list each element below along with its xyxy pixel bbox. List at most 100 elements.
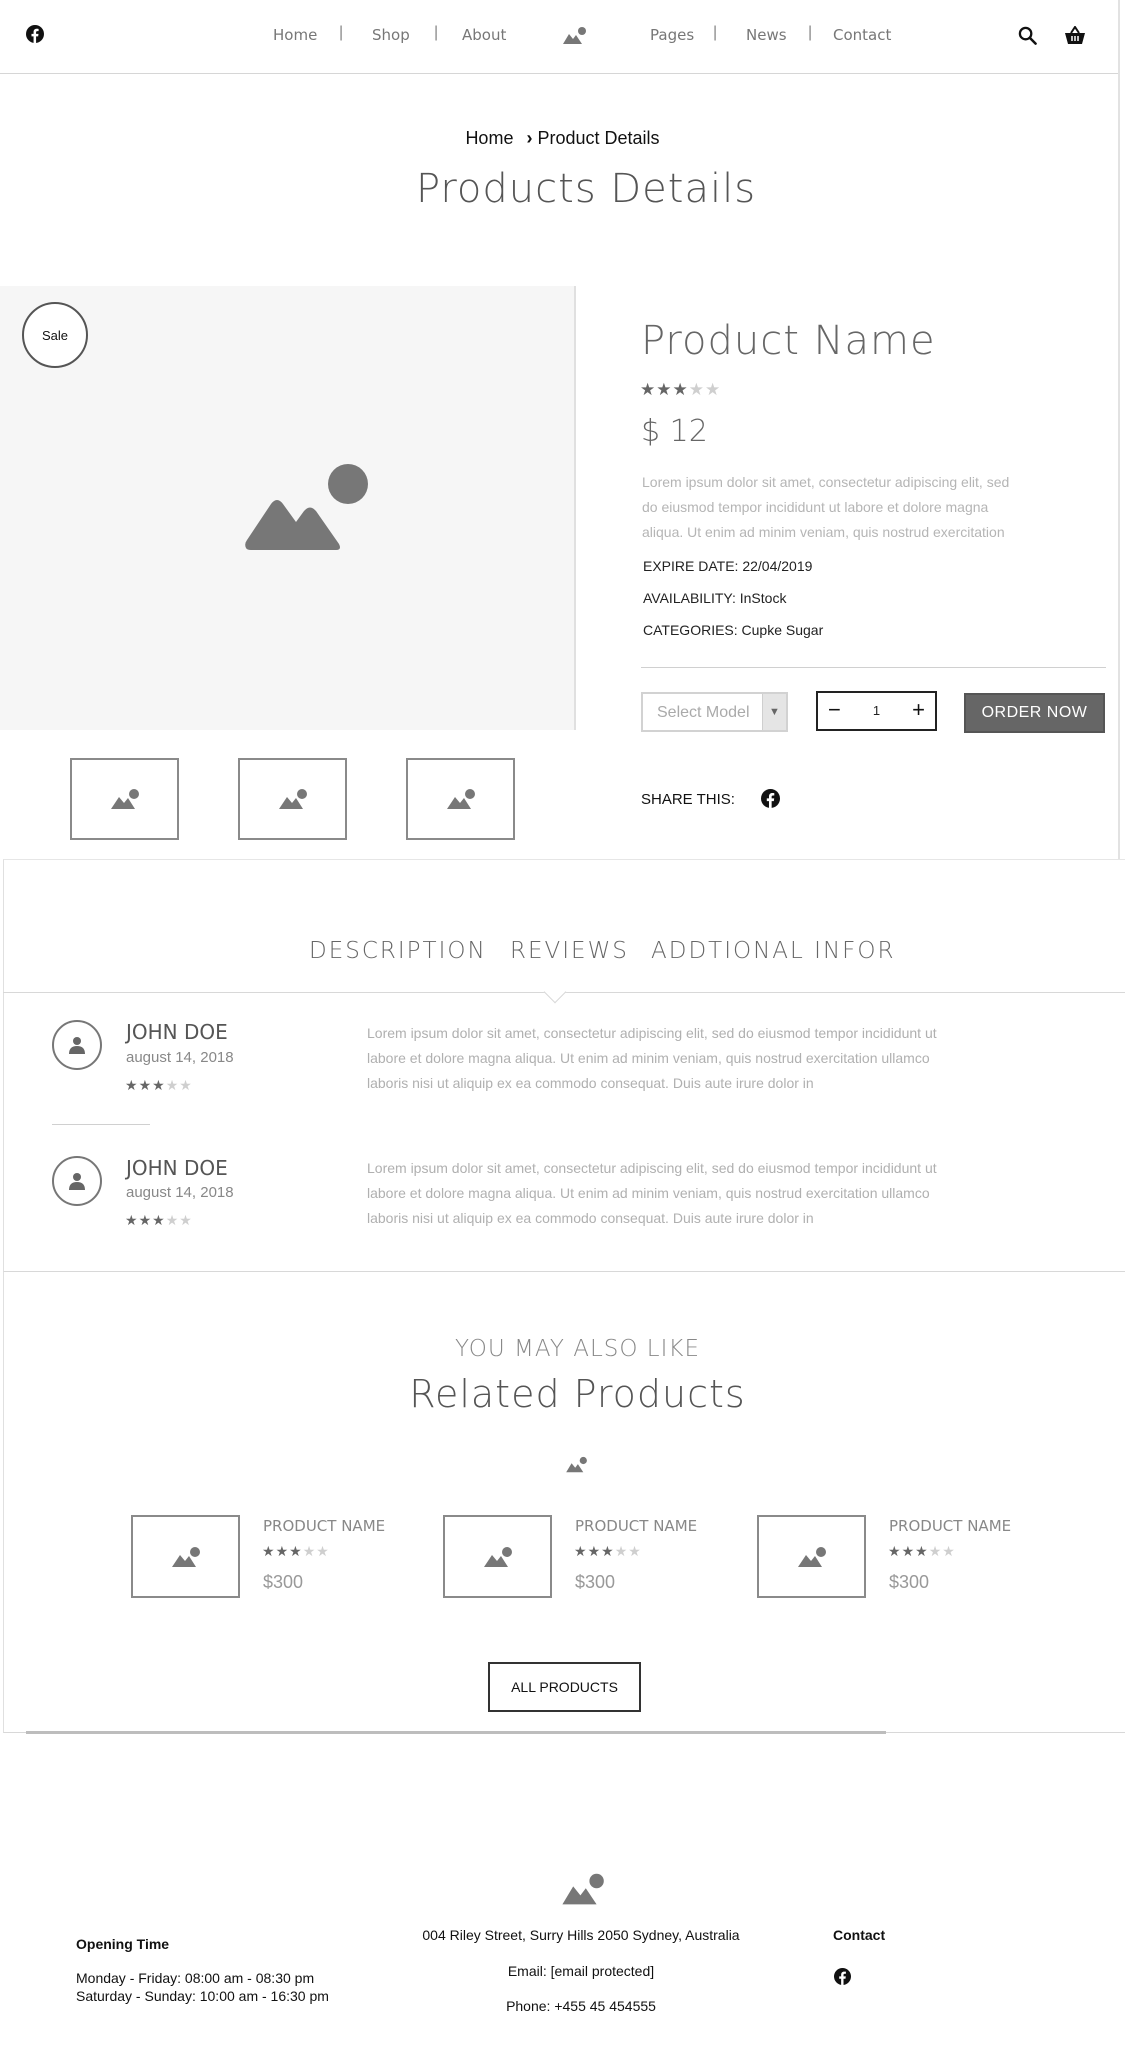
product-thumbnail[interactable]	[238, 758, 347, 840]
star-filled-icon: ★	[289, 1543, 303, 1559]
nav-pages[interactable]: Pages	[650, 26, 694, 44]
opening-weekday: Monday - Friday: 08:00 am - 08:30 pm	[76, 1970, 315, 1986]
related-product-price: $300	[263, 1572, 304, 1592]
star-empty-icon: ★	[705, 380, 722, 399]
search-icon[interactable]	[1018, 26, 1037, 45]
star-filled-icon: ★	[901, 1543, 916, 1559]
image-placeholder-icon	[483, 1546, 513, 1568]
review-date: august 14, 2018	[126, 1049, 234, 1066]
breadcrumb-current: Product Details	[537, 128, 660, 148]
footer-email[interactable]: Email: [email protected]	[380, 1963, 782, 1979]
product-description: Lorem ipsum dolor sit amet, consectetur …	[642, 474, 1010, 540]
star-filled-icon: ★	[640, 380, 657, 399]
image-placeholder-icon	[446, 788, 476, 810]
star-empty-icon: ★	[628, 1543, 642, 1559]
related-product-name[interactable]: PRODUCT NAME	[889, 1517, 1011, 1535]
expire-date: EXPIRE DATE: 22/04/2019	[643, 558, 813, 574]
star-empty-icon: ★	[316, 1543, 330, 1559]
product-thumbnail[interactable]	[70, 758, 179, 840]
star-empty-icon: ★	[165, 1077, 180, 1093]
star-filled-icon: ★	[672, 380, 689, 399]
image-placeholder-icon	[278, 788, 308, 810]
basket-icon[interactable]	[1064, 26, 1086, 45]
review-text: Lorem ipsum dolor sit amet, consectetur …	[367, 1025, 937, 1091]
categories: CATEGORIES: Cupke Sugar	[643, 622, 824, 638]
order-now-button[interactable]: ORDER NOW	[964, 693, 1105, 733]
related-kicker: YOU MAY ALSO LIKE	[455, 1336, 700, 1362]
dropdown-arrow-icon: ▼	[762, 694, 786, 730]
related-product-name[interactable]: PRODUCT NAME	[263, 1517, 385, 1535]
star-filled-icon: ★	[262, 1543, 276, 1559]
footer-phone: Phone: +455 45 454555	[506, 1998, 656, 2014]
star-filled-icon: ★	[152, 1077, 166, 1093]
chevron-right-icon: ›	[526, 128, 533, 148]
star-empty-icon: ★	[165, 1212, 180, 1228]
site-header	[0, 0, 1118, 74]
related-product-price: $300	[889, 1572, 930, 1592]
review-text: Lorem ipsum dolor sit amet, consectetur …	[367, 1160, 937, 1226]
related-product-rating: ★★★★★	[262, 1543, 330, 1560]
related-product-image[interactable]	[443, 1515, 552, 1598]
logo-mountain-icon	[565, 1456, 589, 1474]
star-empty-icon: ★	[179, 1077, 193, 1093]
star-filled-icon: ★	[601, 1543, 615, 1559]
nav-contact[interactable]: Contact	[833, 26, 891, 44]
image-placeholder-icon	[110, 788, 140, 810]
product-rating: ★★★★★	[640, 380, 721, 400]
reviewer-name: JOHN DOE	[126, 1020, 228, 1044]
quantity-stepper[interactable]: − 1 +	[816, 691, 937, 731]
nav-separator: |	[713, 24, 718, 41]
nav-shop[interactable]: Shop	[372, 26, 410, 44]
opening-weekend: Saturday - Sunday: 10:00 am - 16:30 pm	[76, 1988, 329, 2004]
logo-mountain-icon[interactable]	[562, 26, 588, 46]
sale-badge: Sale	[22, 302, 88, 368]
nav-news[interactable]: News	[746, 26, 787, 44]
related-product-name[interactable]: PRODUCT NAME	[575, 1517, 697, 1535]
avatar	[52, 1156, 102, 1206]
image-placeholder-icon	[244, 464, 369, 552]
review-rating: ★★★★★	[125, 1212, 193, 1229]
availability: AVAILABILITY: InStock	[643, 590, 787, 606]
product-main-image[interactable]	[0, 286, 576, 730]
breadcrumb-home[interactable]: Home	[465, 128, 513, 148]
increase-button[interactable]: +	[912, 697, 925, 723]
model-select-placeholder: Select Model	[657, 704, 750, 721]
related-product-rating: ★★★★★	[574, 1543, 642, 1560]
star-filled-icon: ★	[574, 1543, 588, 1559]
divider	[641, 667, 1106, 668]
star-filled-icon: ★	[888, 1543, 902, 1559]
breadcrumb: Home › Product Details	[0, 128, 1125, 149]
star-filled-icon: ★	[125, 1077, 139, 1093]
nav-separator: |	[434, 24, 439, 41]
star-filled-icon: ★	[587, 1543, 602, 1559]
review-date: august 14, 2018	[126, 1184, 234, 1201]
avatar	[52, 1020, 102, 1070]
nav-home[interactable]: Home	[273, 26, 317, 44]
facebook-icon[interactable]	[26, 25, 44, 43]
star-filled-icon: ★	[138, 1212, 153, 1228]
related-title: Related Products	[409, 1372, 746, 1416]
image-placeholder-icon	[171, 1546, 201, 1568]
tab-additional-info[interactable]: ADDTIONAL INFOR	[651, 938, 895, 964]
related-product-rating: ★★★★★	[888, 1543, 956, 1560]
related-product-image[interactable]	[757, 1515, 866, 1598]
tab-reviews[interactable]: REVIEWS	[510, 938, 629, 964]
star-filled-icon: ★	[275, 1543, 290, 1559]
product-thumbnail[interactable]	[406, 758, 515, 840]
all-products-button[interactable]: ALL PRODUCTS	[488, 1662, 641, 1712]
product-name: Product Name	[641, 318, 936, 364]
user-icon	[69, 1036, 85, 1054]
footer-address: 004 Riley Street, Surry Hills 2050 Sydne…	[422, 1927, 740, 1943]
logo-mountain-icon[interactable]	[560, 1872, 608, 1908]
model-select[interactable]: Select Model ▼	[641, 692, 788, 732]
tab-description[interactable]: DESCRIPTION	[309, 938, 487, 964]
reviewer-name: JOHN DOE	[126, 1156, 228, 1180]
facebook-icon[interactable]	[834, 1968, 851, 1985]
product-price: $ 12	[641, 414, 708, 449]
nav-about[interactable]: About	[462, 26, 506, 44]
facebook-icon[interactable]	[761, 789, 780, 808]
star-filled-icon: ★	[152, 1212, 166, 1228]
nav-separator: |	[808, 24, 813, 41]
related-product-image[interactable]	[131, 1515, 240, 1598]
opening-time-heading: Opening Time	[76, 1936, 170, 1952]
